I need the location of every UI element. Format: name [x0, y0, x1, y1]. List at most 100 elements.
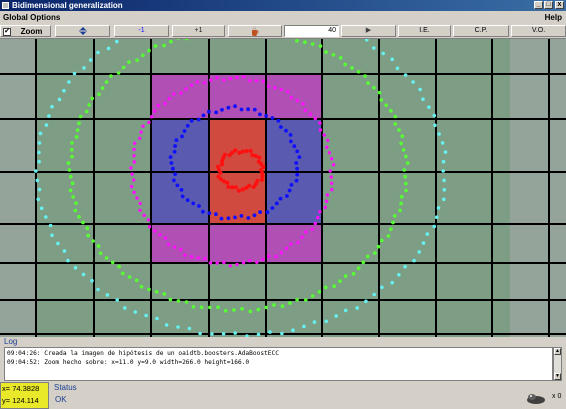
cyan-point [81, 272, 86, 277]
cyan-point [427, 105, 431, 109]
cyan-point [437, 132, 441, 136]
green-point [67, 168, 72, 172]
blue-point [252, 107, 257, 112]
blue-point [276, 118, 281, 123]
green-point [127, 275, 132, 279]
blue-point [180, 134, 184, 139]
magenta-point [166, 242, 171, 247]
toolbar: ✔ Zoom mode -1 +1 40 ▶ I.E. C.P. V.O. [0, 24, 566, 48]
minimize-button[interactable]: _ [534, 1, 543, 9]
green-point [75, 128, 80, 132]
expand-button[interactable] [55, 25, 110, 37]
green-point [343, 274, 348, 278]
green-point [104, 80, 109, 84]
cyan-point [403, 73, 408, 77]
magenta-point [172, 92, 176, 96]
cyan-point [355, 306, 360, 310]
magenta-point [235, 262, 239, 267]
value-input[interactable]: 40 [284, 25, 339, 37]
magenta-point [289, 242, 293, 246]
green-point [97, 92, 101, 97]
hypothesis-plot[interactable] [0, 39, 566, 337]
zoom-mode-checkbox[interactable]: ✔ [3, 28, 11, 36]
magenta-point [209, 78, 213, 82]
menu-help[interactable]: Help [545, 11, 562, 24]
magenta-point [189, 83, 194, 87]
green-point [399, 141, 403, 146]
green-point [77, 121, 81, 126]
cyan-point [418, 87, 423, 92]
cyan-point [441, 159, 446, 164]
zoom-mode-toggle[interactable]: ✔ Zoom mode [0, 25, 51, 48]
magenta-point [141, 124, 145, 128]
log-textarea[interactable]: 09:04:26: Creada la imagen de hipótesis … [4, 347, 553, 381]
app-icon [2, 2, 9, 9]
magenta-point [325, 145, 329, 149]
green-point [386, 234, 391, 238]
green-point [389, 109, 393, 113]
close-button[interactable]: x [555, 1, 564, 9]
red-point [248, 148, 253, 154]
title-bar: Bidimensional generalization _ □ x [0, 0, 566, 11]
green-point [162, 292, 167, 296]
magenta-point [267, 254, 271, 258]
scroll-up-icon[interactable]: ▲ [554, 348, 561, 355]
green-point [398, 208, 402, 213]
green-point [310, 294, 315, 298]
cyan-point [105, 293, 110, 297]
green-point [208, 305, 212, 310]
cyan-point [62, 249, 67, 253]
blue-point [246, 107, 251, 112]
blue-point [284, 128, 288, 133]
blue-point [226, 105, 231, 110]
cyan-point [312, 320, 317, 324]
blue-point [201, 209, 205, 214]
vo-button[interactable]: V.O. [511, 25, 566, 37]
green-point [127, 60, 131, 64]
green-point [248, 309, 253, 314]
green-point [303, 40, 307, 44]
magenta-point [235, 75, 239, 80]
cyan-point [96, 287, 100, 292]
magenta-point [308, 112, 313, 116]
blue-point [175, 183, 180, 188]
cyan-point [233, 331, 237, 335]
green-point [121, 65, 126, 70]
menu-global-options[interactable]: Global Options [3, 11, 60, 24]
green-point [380, 238, 384, 243]
blue-point [207, 211, 212, 216]
red-point [261, 164, 266, 169]
blue-point [171, 166, 175, 171]
class-minus-button[interactable]: -1 [114, 25, 169, 37]
log-scrollbar[interactable]: ▲ ▼ [553, 347, 562, 381]
magenta-point [146, 218, 151, 222]
magenta-point [132, 178, 136, 182]
green-point [91, 239, 95, 243]
green-point [389, 227, 393, 231]
blue-point [294, 178, 299, 183]
scroll-down-icon[interactable]: ▼ [554, 373, 561, 380]
blue-point [182, 129, 187, 133]
cyan-point [35, 178, 40, 183]
ie-button[interactable]: I.E. [398, 25, 451, 37]
cp-button[interactable]: C.P. [453, 25, 509, 37]
cyan-point [442, 197, 446, 202]
blue-point [289, 183, 294, 187]
magenta-point [138, 208, 142, 212]
maximize-button[interactable]: □ [544, 1, 553, 9]
blue-point [270, 206, 275, 210]
magenta-point [132, 154, 136, 158]
hypothesis-canvas[interactable] [0, 39, 566, 337]
blue-point [252, 213, 257, 218]
blue-point [258, 112, 262, 117]
magenta-point [172, 245, 177, 249]
green-point [363, 74, 367, 78]
blue-point [295, 172, 300, 177]
play-button[interactable]: ▶ [341, 25, 396, 37]
magenta-point [132, 147, 136, 152]
cyan-point [36, 197, 40, 202]
magenta-point [313, 221, 317, 226]
coffee-button[interactable] [228, 25, 282, 37]
class-plus-button[interactable]: +1 [172, 25, 225, 37]
cyan-point [44, 215, 48, 219]
